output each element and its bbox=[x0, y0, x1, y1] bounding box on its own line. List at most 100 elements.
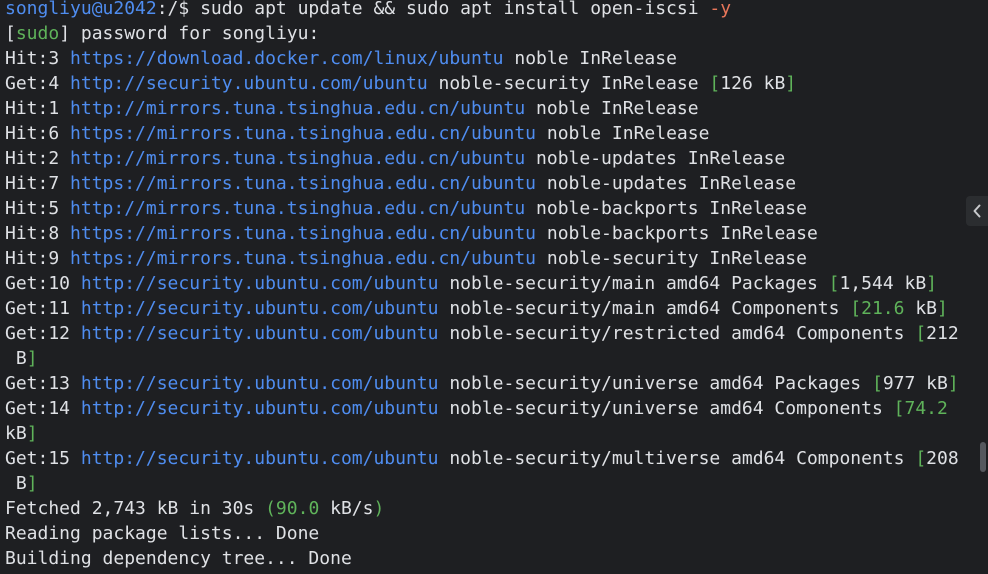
repo-url[interactable]: https://mirrors.tuna.tsinghua.edu.cn/ubu… bbox=[70, 173, 536, 194]
terminal-text: (90.0 bbox=[265, 498, 320, 519]
terminal-text: [ bbox=[828, 273, 840, 294]
terminal-line: Building dependency tree... Done bbox=[5, 546, 968, 571]
terminal-text: Hit:1 bbox=[5, 98, 71, 119]
repo-url[interactable]: http://security.ubuntu.com/ubuntu bbox=[81, 373, 439, 394]
terminal-line: Hit:8 https://mirrors.tuna.tsinghua.edu.… bbox=[5, 221, 968, 246]
terminal-text: noble-security/restricted amd64 Componen… bbox=[438, 323, 916, 344]
terminal-line: [sudo] password for songliyu: bbox=[5, 21, 968, 46]
repo-url[interactable]: http://security.ubuntu.com/ubuntu bbox=[81, 398, 439, 419]
terminal-line: Hit:1 http://mirrors.tuna.tsinghua.edu.c… bbox=[5, 96, 968, 121]
terminal-line: B] bbox=[5, 471, 968, 496]
repo-url[interactable]: https://download.docker.com/linux/ubuntu bbox=[70, 48, 503, 69]
terminal-text: Get:11 bbox=[5, 298, 81, 319]
terminal-text: ] bbox=[947, 373, 959, 394]
terminal-text: kB bbox=[5, 423, 27, 444]
side-panel-toggle[interactable] bbox=[966, 196, 988, 226]
terminal-text: ] bbox=[26, 348, 38, 369]
terminal-text: [ bbox=[915, 323, 927, 344]
terminal-text: B bbox=[5, 473, 27, 494]
terminal-text: ] password for songliyu: bbox=[59, 23, 320, 44]
terminal-line: Get:15 http://security.ubuntu.com/ubuntu… bbox=[5, 446, 968, 471]
terminal-line: Hit:7 https://mirrors.tuna.tsinghua.edu.… bbox=[5, 171, 968, 196]
terminal-text: noble-security/universe amd64 Components bbox=[438, 398, 894, 419]
terminal-text: Hit:6 bbox=[5, 123, 71, 144]
terminal-text: noble-backports InRelease bbox=[525, 198, 807, 219]
terminal-window[interactable]: songliyu@u2042:/$ sudo apt update && sud… bbox=[0, 0, 988, 574]
terminal-text: [21.6 bbox=[850, 298, 905, 319]
terminal-text: [74.2 bbox=[893, 398, 948, 419]
terminal-line: Reading package lists... Done bbox=[5, 521, 968, 546]
terminal-text: noble-security/main amd64 Packages bbox=[438, 273, 829, 294]
repo-url[interactable]: http://security.ubuntu.com/ubuntu bbox=[70, 73, 428, 94]
terminal-line: Get:12 http://security.ubuntu.com/ubuntu… bbox=[5, 321, 968, 346]
terminal-text: ) bbox=[373, 498, 385, 519]
repo-url[interactable]: http://mirrors.tuna.tsinghua.edu.cn/ubun… bbox=[70, 148, 525, 169]
terminal-line: Hit:2 http://mirrors.tuna.tsinghua.edu.c… bbox=[5, 146, 968, 171]
terminal-text: Hit:9 bbox=[5, 248, 71, 269]
terminal-text: ] bbox=[26, 423, 38, 444]
repo-url[interactable]: https://mirrors.tuna.tsinghua.edu.cn/ubu… bbox=[70, 223, 536, 244]
terminal-text: 1,544 kB bbox=[839, 273, 927, 294]
repo-url[interactable]: http://security.ubuntu.com/ubuntu bbox=[81, 448, 439, 469]
repo-url[interactable]: http://security.ubuntu.com/ubuntu bbox=[81, 323, 439, 344]
terminal-text: 126 kB bbox=[720, 73, 786, 94]
repo-url[interactable]: https://mirrors.tuna.tsinghua.edu.cn/ubu… bbox=[70, 248, 536, 269]
terminal-text: Hit:8 bbox=[5, 223, 71, 244]
terminal-text: Hit:5 bbox=[5, 198, 71, 219]
terminal-text: sudo bbox=[15, 23, 60, 44]
terminal-text: noble-security InRelease bbox=[427, 73, 710, 94]
terminal-text: Fetched 2,743 kB in 30s bbox=[5, 498, 266, 519]
terminal-text: noble-updates InRelease bbox=[536, 173, 797, 194]
terminal-text: Get:13 bbox=[5, 373, 81, 394]
terminal-line: Hit:6 https://mirrors.tuna.tsinghua.edu.… bbox=[5, 121, 968, 146]
terminal-text: noble InRelease bbox=[503, 48, 677, 69]
terminal-text: ] bbox=[926, 273, 938, 294]
terminal-text: :/$ sudo apt update && sudo apt install … bbox=[156, 0, 710, 19]
terminal-line: Fetched 2,743 kB in 30s (90.0 kB/s) bbox=[5, 496, 968, 521]
terminal-text: -y bbox=[709, 0, 732, 19]
repo-url[interactable]: http://security.ubuntu.com/ubuntu bbox=[81, 273, 439, 294]
scrollbar-thumb[interactable] bbox=[980, 442, 986, 472]
terminal-text: noble-security/universe amd64 Packages bbox=[438, 373, 872, 394]
terminal-text: [ bbox=[871, 373, 883, 394]
terminal-text: 977 kB bbox=[882, 373, 948, 394]
terminal-text: noble-security/main amd64 Components bbox=[438, 298, 851, 319]
terminal-line: Get:10 http://security.ubuntu.com/ubuntu… bbox=[5, 271, 968, 296]
terminal-line: Get:4 http://security.ubuntu.com/ubuntu … bbox=[5, 71, 968, 96]
terminal-line: Get:11 http://security.ubuntu.com/ubuntu… bbox=[5, 296, 968, 321]
terminal-line: songliyu@u2042:/$ sudo apt update && sud… bbox=[5, 0, 968, 21]
terminal-text: Reading package lists... Done bbox=[5, 523, 320, 544]
terminal-text: noble-security InRelease bbox=[536, 248, 807, 269]
terminal-text: kB bbox=[904, 298, 937, 319]
terminal-text: noble InRelease bbox=[536, 123, 710, 144]
terminal-text: Get:12 bbox=[5, 323, 81, 344]
terminal-text: noble-backports InRelease bbox=[536, 223, 818, 244]
terminal-text: ] bbox=[785, 73, 797, 94]
terminal-text: 212 bbox=[926, 323, 959, 344]
terminal-text: ] bbox=[937, 298, 948, 319]
repo-url[interactable]: http://security.ubuntu.com/ubuntu bbox=[81, 298, 439, 319]
repo-url[interactable]: http://mirrors.tuna.tsinghua.edu.cn/ubun… bbox=[70, 98, 525, 119]
terminal-line: Hit:9 https://mirrors.tuna.tsinghua.edu.… bbox=[5, 246, 968, 271]
terminal-line: Hit:3 https://download.docker.com/linux/… bbox=[5, 46, 968, 71]
terminal-text: ] bbox=[26, 473, 38, 494]
terminal-text: Hit:7 bbox=[5, 173, 71, 194]
terminal-text: Hit:2 bbox=[5, 148, 71, 169]
terminal-text: 208 bbox=[926, 448, 959, 469]
terminal-line: Get:13 http://security.ubuntu.com/ubuntu… bbox=[5, 371, 968, 396]
terminal-output: songliyu@u2042:/$ sudo apt update && sud… bbox=[5, 0, 968, 571]
terminal-text: Get:15 bbox=[5, 448, 81, 469]
terminal-text: Building dependency tree... Done bbox=[5, 548, 352, 569]
terminal-text: Get:4 bbox=[5, 73, 71, 94]
terminal-text: B bbox=[5, 348, 27, 369]
terminal-text: noble-updates InRelease bbox=[525, 148, 786, 169]
terminal-text: Get:14 bbox=[5, 398, 81, 419]
terminal-line: Hit:5 http://mirrors.tuna.tsinghua.edu.c… bbox=[5, 196, 968, 221]
terminal-text: noble-security/multiverse amd64 Componen… bbox=[438, 448, 916, 469]
repo-url[interactable]: https://mirrors.tuna.tsinghua.edu.cn/ubu… bbox=[70, 123, 536, 144]
repo-url[interactable]: http://mirrors.tuna.tsinghua.edu.cn/ubun… bbox=[70, 198, 525, 219]
terminal-text: [ bbox=[915, 448, 927, 469]
prompt-user-host: songliyu@u2042 bbox=[5, 0, 157, 19]
terminal-text: [ bbox=[5, 23, 16, 44]
terminal-text: Hit:3 bbox=[5, 48, 71, 69]
